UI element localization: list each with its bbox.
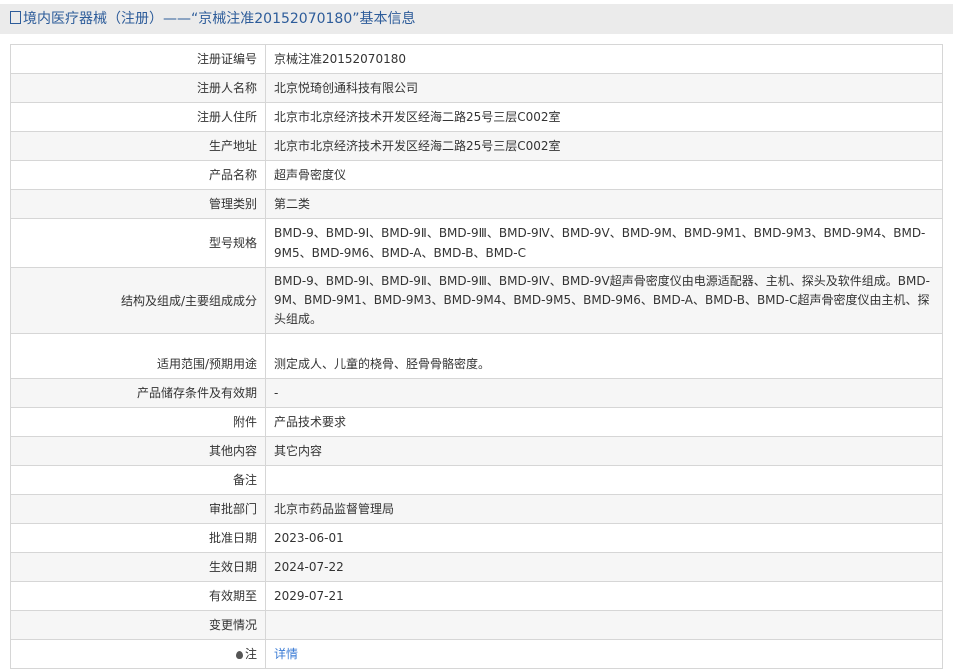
row-value: 北京市北京经济技术开发区经海二路25号三层C002室 (265, 131, 943, 161)
row-label: 附件 (10, 407, 266, 437)
row-value (265, 610, 943, 640)
row-value: BMD-9、BMD-9Ⅰ、BMD-9Ⅱ、BMD-9Ⅲ、BMD-9Ⅳ、BMD-9Ⅴ… (265, 267, 943, 334)
row-value: 其它内容 (265, 436, 943, 466)
row-value: 第二类 (265, 189, 943, 219)
table-row: 有效期至 2029-07-21 (10, 581, 943, 611)
row-label: 产品名称 (10, 160, 266, 190)
table-row: 批准日期 2023-06-01 (10, 523, 943, 553)
row-value: 测定成人、儿童的桡骨、胫骨骨骼密度。 (265, 333, 943, 379)
table-row: 注册人住所 北京市北京经济技术开发区经海二路25号三层C002室 (10, 102, 943, 132)
details-link[interactable]: 详情 (274, 647, 298, 661)
table-row: 附件 产品技术要求 (10, 407, 943, 437)
table-row: 备注 (10, 465, 943, 495)
row-label: 型号规格 (10, 218, 266, 268)
row-value: 超声骨密度仪 (265, 160, 943, 190)
row-value: 产品技术要求 (265, 407, 943, 437)
table-row: 注册人名称 北京悦琦创通科技有限公司 (10, 73, 943, 103)
note-label: 注 (244, 647, 257, 661)
row-label: 适用范围/预期用途 (10, 333, 266, 379)
row-label: 注 (10, 639, 266, 669)
page-title: 境内医疗器械（注册）——“京械注准20152070180”基本信息 (23, 11, 416, 27)
document-icon (10, 11, 21, 24)
table-row: 型号规格 BMD-9、BMD-9Ⅰ、BMD-9Ⅱ、BMD-9Ⅲ、BMD-9Ⅳ、BM… (10, 218, 943, 268)
table-row: 注册证编号 京械注准20152070180 (10, 44, 943, 74)
table-row: 审批部门 北京市药品监督管理局 (10, 494, 943, 524)
row-value: 2029-07-21 (265, 581, 943, 611)
row-label: 审批部门 (10, 494, 266, 524)
table-row: 结构及组成/主要组成成分 BMD-9、BMD-9Ⅰ、BMD-9Ⅱ、BMD-9Ⅲ、B… (10, 267, 943, 334)
table-row: 适用范围/预期用途 测定成人、儿童的桡骨、胫骨骨骼密度。 (10, 333, 943, 379)
row-value: 北京市药品监督管理局 (265, 494, 943, 524)
row-label: 批准日期 (10, 523, 266, 553)
row-value: 京械注准20152070180 (265, 44, 943, 74)
info-table: 注册证编号 京械注准20152070180 注册人名称 北京悦琦创通科技有限公司 注册人… (10, 44, 943, 669)
row-label: 变更情况 (10, 610, 266, 640)
row-label: 注册人名称 (10, 73, 266, 103)
row-value: - (265, 378, 943, 408)
pin-icon (235, 651, 243, 659)
row-value: 北京市北京经济技术开发区经海二路25号三层C002室 (265, 102, 943, 132)
table-row: 注 详情 (10, 639, 943, 669)
row-label: 有效期至 (10, 581, 266, 611)
table-row: 产品储存条件及有效期 - (10, 378, 943, 408)
page-header: 境内医疗器械（注册）——“京械注准20152070180”基本信息 (0, 4, 953, 34)
row-value: 2023-06-01 (265, 523, 943, 553)
row-label: 结构及组成/主要组成成分 (10, 267, 266, 334)
table-row: 产品名称 超声骨密度仪 (10, 160, 943, 190)
table-row: 管理类别 第二类 (10, 189, 943, 219)
row-label: 注册人住所 (10, 102, 266, 132)
row-label: 管理类别 (10, 189, 266, 219)
row-label: 生产地址 (10, 131, 266, 161)
row-label: 其他内容 (10, 436, 266, 466)
row-label: 生效日期 (10, 552, 266, 582)
row-label: 产品储存条件及有效期 (10, 378, 266, 408)
row-value: 北京悦琦创通科技有限公司 (265, 73, 943, 103)
row-value: BMD-9、BMD-9Ⅰ、BMD-9Ⅱ、BMD-9Ⅲ、BMD-9Ⅳ、BMD-9Ⅴ… (265, 218, 943, 268)
table-row: 变更情况 (10, 610, 943, 640)
table-row: 其他内容 其它内容 (10, 436, 943, 466)
row-value: 详情 (265, 639, 943, 669)
row-label: 备注 (10, 465, 266, 495)
row-value: 2024-07-22 (265, 552, 943, 582)
table-row: 生产地址 北京市北京经济技术开发区经海二路25号三层C002室 (10, 131, 943, 161)
row-label: 注册证编号 (10, 44, 266, 74)
table-row: 生效日期 2024-07-22 (10, 552, 943, 582)
row-value (265, 465, 943, 495)
